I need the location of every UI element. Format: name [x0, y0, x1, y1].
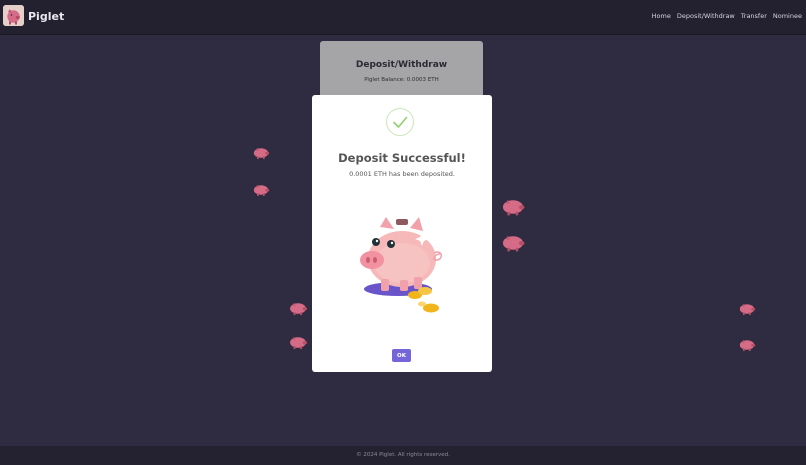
ok-button[interactable]: OK	[392, 349, 411, 362]
modal-title: Deposit Successful!	[338, 151, 466, 165]
brand-name[interactable]: Piglet	[28, 10, 64, 23]
main-navigation: Home Deposit/Withdraw Transfer Nominee	[652, 12, 802, 20]
piglet-balance: Piglet Balance: 0.0003 ETH	[364, 77, 439, 83]
floating-pig-icon	[502, 235, 525, 252]
piglet-logo-icon[interactable]	[3, 5, 24, 26]
floating-pig-icon	[253, 184, 270, 196]
floating-pig-icon	[739, 339, 756, 351]
floating-pig-icon	[502, 199, 525, 216]
nav-link-nominee[interactable]: Nominee	[773, 12, 802, 20]
floating-pig-icon	[739, 303, 756, 315]
piggy-bank-illustration-icon	[360, 217, 442, 313]
top-navigation-bar: Piglet Home Deposit/Withdraw Transfer No…	[0, 0, 806, 35]
nav-link-deposit-withdraw[interactable]: Deposit/Withdraw	[677, 12, 735, 20]
floating-pig-icon	[253, 147, 270, 159]
card-title: Deposit/Withdraw	[355, 60, 448, 70]
modal-message: 0.0001 ETH has been deposited.	[349, 170, 455, 178]
deposit-success-modal: Deposit Successful! 0.0001 ETH has been …	[312, 95, 492, 372]
floating-pig-icon	[290, 336, 308, 350]
nav-link-transfer[interactable]: Transfer	[741, 12, 767, 20]
footer: © 2024 Piglet. All rights reserved.	[0, 446, 806, 465]
success-check-icon	[386, 108, 414, 136]
nav-link-home[interactable]: Home	[652, 12, 671, 20]
floating-pig-icon	[290, 302, 308, 316]
